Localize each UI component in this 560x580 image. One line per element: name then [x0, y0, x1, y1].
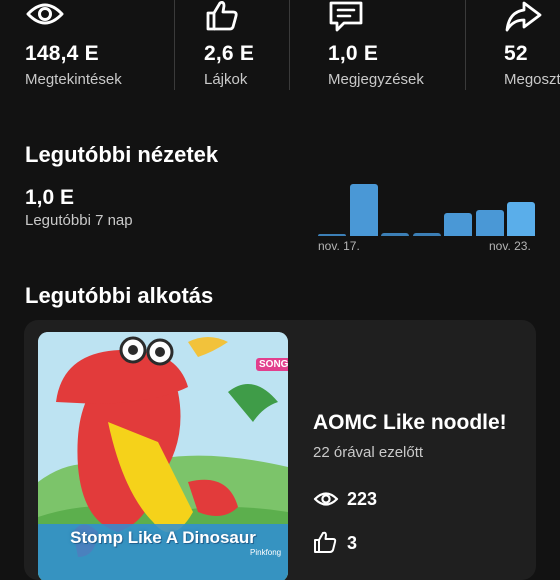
thumbs-up-icon: [206, 1, 238, 31]
video-likes-value: 3: [347, 533, 358, 553]
recent-views-value: 1,0 E: [25, 186, 75, 209]
video-views-value: 223: [347, 489, 378, 509]
recent-creation-card[interactable]: SONGS Pinkfong Stomp Like A Dinosaur AOM…: [24, 320, 536, 580]
recent-views-chart[interactable]: nov. 17. nov. 23.: [312, 160, 542, 260]
eye-icon: [313, 492, 339, 506]
share-icon: [505, 1, 542, 32]
video-title[interactable]: AOMC Like noodle!: [313, 411, 507, 435]
thumbnail-caption: Stomp Like A Dinosaur: [70, 528, 256, 547]
stats-strip: 148,4 E Megtekintések 2,6 E Lájkok 1,0 E…: [0, 0, 560, 92]
chart-bar[interactable]: [349, 184, 378, 236]
divider: [289, 0, 290, 90]
chart-tick-label: nov. 17.: [318, 239, 360, 253]
divider: [174, 0, 175, 90]
chart-tick-label: nov. 23.: [489, 239, 531, 253]
recent-views-period: Legutóbbi 7 nap: [25, 212, 133, 229]
chart-bar[interactable]: [507, 202, 535, 236]
recent-creation-title: Legutóbbi alkotás: [25, 283, 214, 308]
recent-views-title: Legutóbbi nézetek: [25, 142, 219, 167]
stat-comments-value: 1,0 E: [328, 42, 379, 65]
chart-bar[interactable]: [381, 233, 409, 236]
thumbnail-brand: SONGS: [256, 358, 288, 371]
chart-bar[interactable]: [444, 213, 472, 236]
stat-views-label: Megtekintések: [25, 71, 122, 88]
stat-shares-value: 52: [504, 42, 528, 65]
video-thumbnail[interactable]: SONGS Pinkfong Stomp Like A Dinosaur: [38, 332, 288, 580]
chart-bar[interactable]: [475, 210, 504, 236]
thumbnail-tag: Pinkfong: [250, 548, 282, 557]
stat-likes-value: 2,6 E: [204, 42, 255, 65]
stat-views-value: 148,4 E: [25, 42, 99, 65]
divider: [465, 0, 466, 90]
stat-comments-label: Megjegyzések: [328, 71, 424, 88]
eye-icon: [26, 3, 64, 25]
thumbs-up-icon: [314, 531, 337, 553]
chart-bar[interactable]: [412, 233, 441, 236]
chart-bar[interactable]: [318, 234, 346, 236]
video-time-ago: 22 órával ezelőtt: [313, 444, 424, 461]
stat-likes-label: Lájkok: [204, 71, 248, 88]
comment-icon: [329, 1, 363, 32]
stat-shares-label: Megoszt: [504, 71, 560, 88]
